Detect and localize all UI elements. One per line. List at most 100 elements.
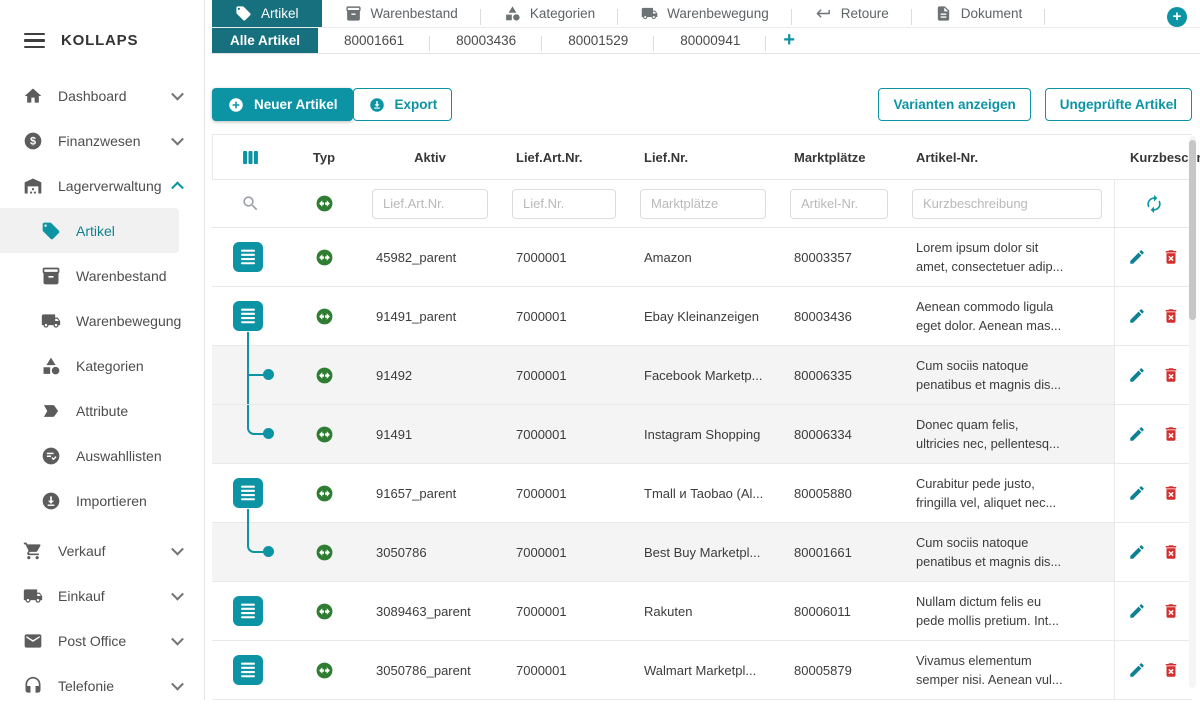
article-list-icon[interactable] <box>233 655 263 685</box>
article-tab-label: Alle Artikel <box>230 33 300 48</box>
filter-kurzbeschreibung-input[interactable] <box>912 189 1102 219</box>
column-header[interactable]: Lief.Art.Nr. <box>500 135 628 179</box>
lief-art-nr-cell: 45982_parent <box>360 228 500 286</box>
marktplatz-cell: Best Buy Marketpl... <box>628 523 778 581</box>
delete-icon[interactable] <box>1162 543 1180 561</box>
module-tab[interactable]: Artikel <box>212 0 322 27</box>
delete-icon[interactable] <box>1162 248 1180 266</box>
kurzbeschreibung-cell: Nullam dictum felis eu pede mollis preti… <box>900 582 1114 640</box>
module-tab-label: Warenbestand <box>371 6 458 21</box>
typ-cell <box>212 464 288 522</box>
columns-icon[interactable] <box>240 147 261 168</box>
module-tab-icon <box>504 5 521 22</box>
column-header[interactable]: Marktplätze <box>778 135 900 179</box>
kurzbeschreibung-cell: Aenean commodo ligula eget dolor. Aenean… <box>900 287 1114 345</box>
sidebar-item[interactable]: Warenbestand <box>0 253 204 298</box>
module-tab[interactable]: Warenbestand <box>322 0 481 27</box>
sidebar-item[interactable]: Attribute <box>0 388 204 433</box>
article-list-icon[interactable] <box>233 596 263 626</box>
sidebar-item[interactable]: Lagerverwaltung <box>0 163 204 208</box>
sidebar-item-label: Finanzwesen <box>58 133 141 149</box>
sidebar-item[interactable]: Warenbewegung <box>0 298 204 343</box>
column-header[interactable]: Artikel-Nr. <box>900 135 1114 179</box>
delete-icon[interactable] <box>1162 661 1180 679</box>
article-tab[interactable]: 80003436 <box>430 28 542 53</box>
edit-icon[interactable] <box>1128 484 1146 502</box>
tree-node-dot <box>263 546 274 557</box>
search-icon[interactable] <box>241 194 260 213</box>
delete-icon[interactable] <box>1162 484 1180 502</box>
active-status-icon[interactable] <box>315 543 334 562</box>
delete-icon[interactable] <box>1162 425 1180 443</box>
menu-icon[interactable] <box>24 33 45 49</box>
column-header[interactable]: Aktiv <box>360 135 500 179</box>
active-status-icon[interactable] <box>315 248 334 267</box>
scrollbar-track[interactable] <box>1189 136 1196 688</box>
export-button[interactable]: Export <box>353 88 453 121</box>
active-status-icon[interactable] <box>315 661 334 680</box>
active-status-icon[interactable] <box>315 366 334 385</box>
module-tab[interactable]: Dokument <box>912 0 1046 27</box>
sidebar-item[interactable]: Telefonie <box>0 663 204 708</box>
article-tab-label: 80003436 <box>456 33 516 48</box>
aktiv-cell <box>288 228 360 286</box>
sidebar-item[interactable]: Artikel <box>0 208 179 253</box>
article-tab[interactable]: 80001529 <box>542 28 654 53</box>
show-variants-button[interactable]: Varianten anzeigen <box>878 88 1030 121</box>
edit-icon[interactable] <box>1128 248 1146 266</box>
article-list-icon[interactable] <box>233 242 263 272</box>
sidebar-item[interactable]: Auswahllisten <box>0 433 204 478</box>
sidebar-item[interactable]: Importieren <box>0 478 204 523</box>
column-header[interactable]: Typ <box>288 135 360 179</box>
row-actions-cell <box>1114 582 1192 640</box>
articles-table: Typ Aktiv Lief.Art.Nr. Lief.Nr. Marktplä… <box>212 134 1192 700</box>
module-tab[interactable]: Retoure <box>792 0 912 27</box>
sidebar-item[interactable]: Einkauf <box>0 573 204 618</box>
article-tab[interactable]: Alle Artikel <box>212 28 318 53</box>
lief-art-nr-cell: 3050786 <box>360 523 500 581</box>
active-status-icon[interactable] <box>315 425 334 444</box>
article-tab[interactable]: 80000941 <box>654 28 766 53</box>
sidebar-item[interactable]: Verkauf <box>0 528 204 573</box>
filter-artikel-nr-input[interactable] <box>790 189 888 219</box>
add-module-tab-button[interactable]: + <box>1167 7 1187 27</box>
active-status-icon[interactable] <box>315 602 334 621</box>
edit-icon[interactable] <box>1128 543 1146 561</box>
delete-icon[interactable] <box>1162 366 1180 384</box>
lief-nr-cell: 7000001 <box>500 287 628 345</box>
sidebar-item[interactable]: Finanzwesen <box>0 118 204 163</box>
module-tab-icon <box>235 5 252 22</box>
article-list-icon[interactable] <box>233 301 263 331</box>
edit-icon[interactable] <box>1128 661 1146 679</box>
filter-lief-nr-input[interactable] <box>512 189 616 219</box>
delete-icon[interactable] <box>1162 307 1180 325</box>
scrollbar-thumb[interactable] <box>1189 140 1196 320</box>
unverified-articles-button[interactable]: Ungeprüfte Artikel <box>1045 88 1192 121</box>
active-status-icon[interactable] <box>315 307 334 326</box>
article-list-icon[interactable] <box>233 478 263 508</box>
article-tab[interactable]: 80001661 <box>318 28 430 53</box>
tree-node-dot <box>263 369 274 380</box>
column-header[interactable]: Kurzbeschreibung <box>1114 135 1192 179</box>
add-article-tab-button[interactable]: + <box>766 28 812 53</box>
refresh-icon[interactable] <box>1144 194 1164 214</box>
module-tab[interactable]: Kategorien <box>481 0 618 27</box>
edit-icon[interactable] <box>1128 602 1146 620</box>
sidebar-item[interactable]: Dashboard <box>0 73 204 118</box>
edit-icon[interactable] <box>1128 366 1146 384</box>
marktplatz-cell: Tmall и Taobao (Al... <box>628 464 778 522</box>
delete-icon[interactable] <box>1162 602 1180 620</box>
active-status-icon[interactable] <box>315 484 334 503</box>
column-header[interactable]: Lief.Nr. <box>628 135 778 179</box>
new-article-button[interactable]: Neuer Artikel <box>212 88 353 121</box>
edit-icon[interactable] <box>1128 307 1146 325</box>
active-filter-icon[interactable] <box>315 194 334 213</box>
sidebar-item[interactable]: Kategorien <box>0 343 204 388</box>
filter-lief-art-nr-input[interactable] <box>372 189 488 219</box>
sidebar-item[interactable]: Post Office <box>0 618 204 663</box>
edit-icon[interactable] <box>1128 425 1146 443</box>
sidebar-item-label: Auswahllisten <box>76 448 162 464</box>
artikel-nr-cell: 80006335 <box>778 346 900 404</box>
filter-marktplaetze-input[interactable] <box>640 189 766 219</box>
module-tab[interactable]: Warenbewegung <box>618 0 792 27</box>
